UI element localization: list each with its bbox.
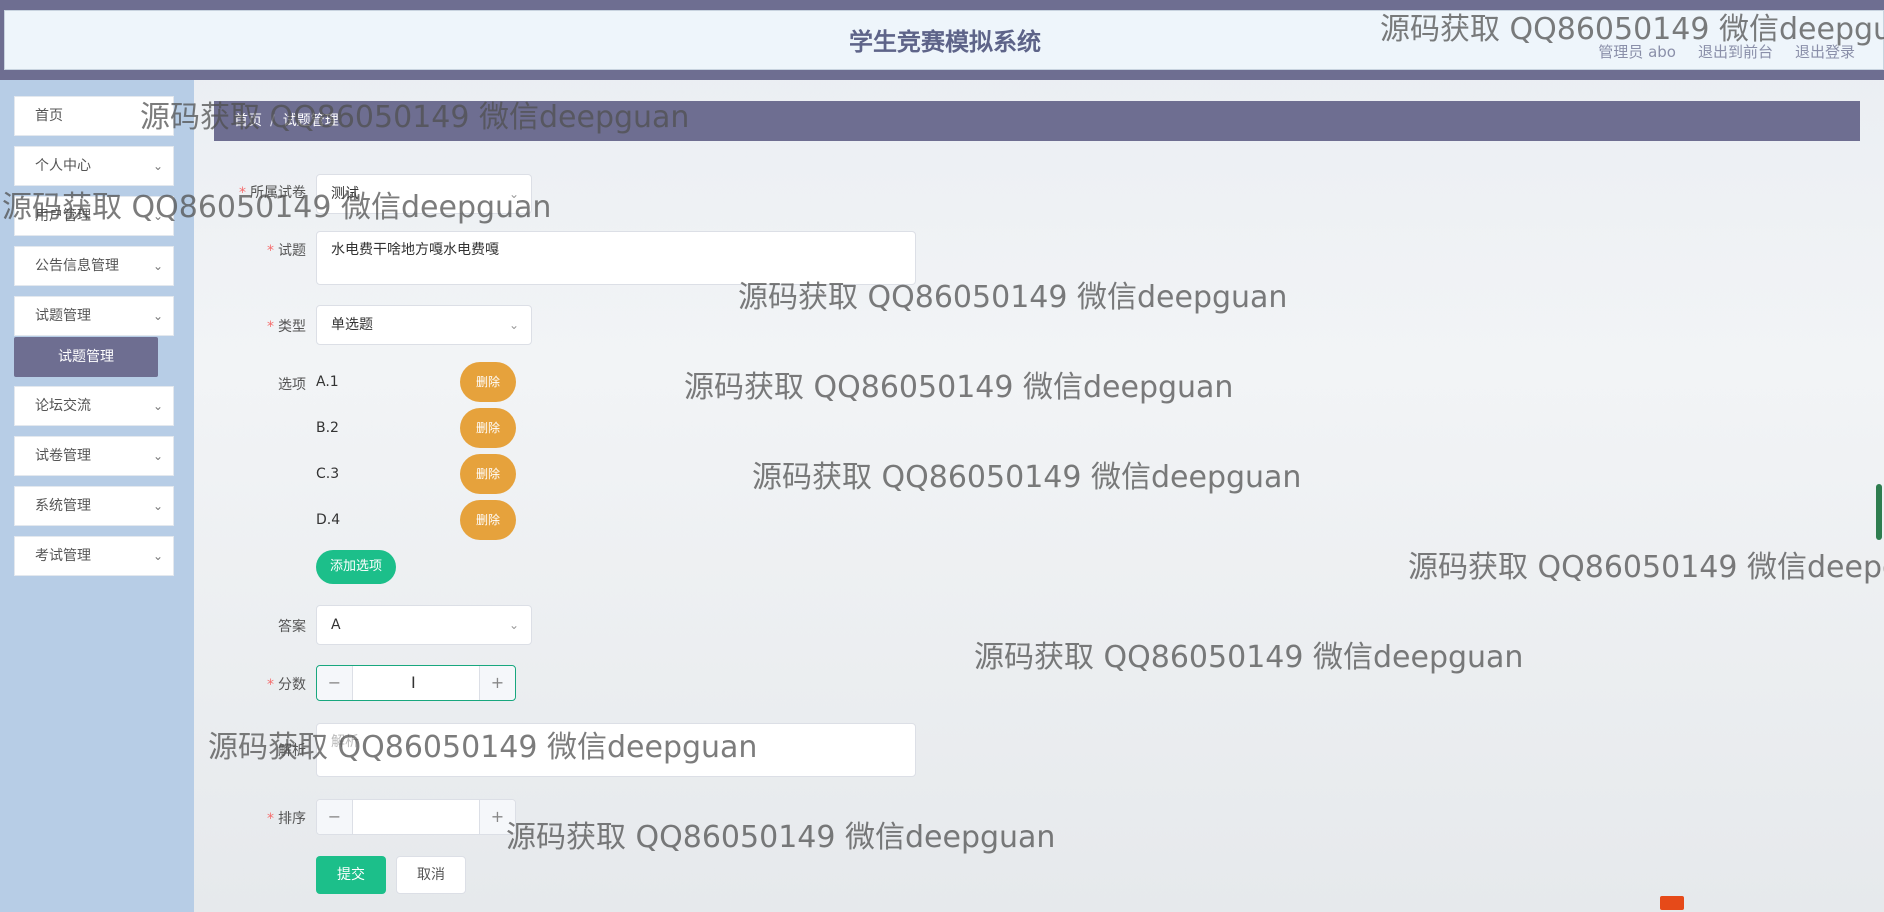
watermark-text: 源码获取 QQ86050149 微信deepguan	[684, 370, 1234, 405]
option-d-text: D.4	[316, 512, 341, 528]
question-textarea[interactable]: 水电费干啥地方嘎水电费嘎	[316, 231, 916, 285]
sidebar-item-forum[interactable]: 论坛交流 ⌄	[14, 386, 174, 426]
breadcrumb: 首页 / 试题管理	[214, 101, 1860, 141]
sidebar-item-user-management[interactable]: 用户管理 ⌄	[14, 196, 174, 236]
score-label-text: 分数	[278, 677, 306, 693]
sidebar-item-personal-center[interactable]: 个人中心 ⌄	[14, 146, 174, 186]
system-tray	[1660, 894, 1684, 912]
cancel-button[interactable]: 取消	[396, 856, 466, 894]
analysis-textarea[interactable]: 解析	[316, 723, 916, 777]
watermark-text: 源码获取 QQ86050149 微信deepguan	[974, 640, 1524, 675]
score-input[interactable]	[353, 666, 479, 700]
required-mark: *	[267, 319, 274, 335]
paper-select-value: 测试	[331, 186, 359, 202]
type-select-value: 单选题	[331, 317, 373, 333]
text-cursor-icon: I	[411, 673, 416, 692]
sort-label: * 排序	[196, 808, 306, 828]
breadcrumb-separator: /	[270, 113, 275, 129]
delete-option-b-button[interactable]: 删除	[460, 408, 516, 448]
sidebar-item-home[interactable]: 首页	[14, 96, 174, 136]
option-b-text: B.2	[316, 420, 339, 436]
sidebar-item-label: 论坛交流	[35, 398, 91, 414]
sort-decrement-button[interactable]: −	[317, 800, 353, 834]
question-label-text: 试题	[278, 243, 306, 259]
paper-label-text: 所属试卷	[250, 185, 306, 201]
option-a-text: A.1	[316, 374, 339, 390]
sort-stepper[interactable]: − +	[316, 799, 516, 835]
sidebar-item-label: 公告信息管理	[35, 258, 119, 274]
score-label: * 分数	[196, 674, 306, 694]
sidebar-item-label: 个人中心	[35, 158, 91, 174]
sidebar-item-label: 考试管理	[35, 548, 91, 564]
sort-input[interactable]	[353, 800, 479, 834]
type-select[interactable]: 单选题 ⌄	[316, 305, 532, 345]
chevron-down-icon: ⌄	[508, 318, 519, 332]
paper-label: * 所属试卷	[196, 182, 306, 202]
chevron-down-icon: ⌄	[152, 399, 163, 413]
chevron-down-icon: ⌄	[152, 449, 163, 463]
breadcrumb-home[interactable]: 首页	[234, 113, 262, 129]
analysis-label: 解析	[278, 743, 306, 759]
logout-link[interactable]: 退出登录	[1795, 41, 1855, 62]
score-stepper[interactable]: − I +	[316, 665, 516, 701]
top-header-bar: 学生竞赛模拟系统 管理员 abo 退出到前台 退出登录	[0, 0, 1884, 80]
delete-option-a-button[interactable]: 删除	[460, 362, 516, 402]
sidebar-item-paper-management[interactable]: 试卷管理 ⌄	[14, 436, 174, 476]
sidebar-item-label: 试题管理	[35, 308, 91, 324]
submit-button[interactable]: 提交	[316, 856, 386, 894]
chevron-down-icon: ⌄	[152, 259, 163, 273]
sidebar-item-question-management[interactable]: 试题管理 ⌄	[14, 296, 174, 336]
delete-option-d-button[interactable]: 删除	[460, 500, 516, 540]
sidebar-item-announcements[interactable]: 公告信息管理 ⌄	[14, 246, 174, 286]
answer-select[interactable]: A ⌄	[316, 605, 532, 645]
chevron-down-icon: ⌄	[152, 499, 163, 513]
chevron-down-icon: ⌄	[152, 549, 163, 563]
watermark-text: 源码获取 QQ86050149 微信deepguan	[1408, 550, 1884, 585]
breadcrumb-current: 试题管理	[282, 113, 339, 129]
chevron-down-icon: ⌄	[508, 187, 519, 201]
sidebar-item-label: 用户管理	[35, 208, 91, 224]
sidebar-item-exam-management[interactable]: 考试管理 ⌄	[14, 536, 174, 576]
score-increment-button[interactable]: +	[479, 666, 515, 700]
sidebar-item-label: 系统管理	[35, 498, 91, 514]
required-mark: *	[267, 677, 274, 693]
add-option-button[interactable]: 添加选项	[316, 550, 396, 584]
sidebar-subitem-question-management[interactable]: 试题管理	[14, 337, 158, 377]
delete-option-c-button[interactable]: 删除	[460, 454, 516, 494]
scrollbar-thumb[interactable]	[1876, 484, 1882, 540]
type-label-text: 类型	[278, 319, 306, 335]
header-links: 管理员 abo 退出到前台 退出登录	[1598, 41, 1855, 62]
chevron-down-icon: ⌄	[152, 159, 163, 173]
required-mark: *	[267, 811, 274, 827]
required-mark: *	[267, 243, 274, 259]
option-c-text: C.3	[316, 466, 340, 482]
paper-select[interactable]: 测试 ⌄	[316, 174, 532, 214]
answer-select-value: A	[331, 617, 341, 633]
sidebar-item-label: 试卷管理	[35, 448, 91, 464]
sidebar: 首页 个人中心 ⌄ 用户管理 ⌄ 公告信息管理 ⌄ 试题管理 ⌄ 试题管理 论坛…	[0, 80, 194, 912]
score-decrement-button[interactable]: −	[317, 666, 353, 700]
sidebar-item-system-management[interactable]: 系统管理 ⌄	[14, 486, 174, 526]
tray-app-icon	[1660, 896, 1684, 910]
chevron-down-icon: ⌄	[152, 309, 163, 323]
question-label: * 试题	[196, 240, 306, 260]
admin-user-label: 管理员 abo	[1598, 43, 1676, 61]
sort-increment-button[interactable]: +	[479, 800, 515, 834]
watermark-text: 源码获取 QQ86050149 微信deepguan	[752, 460, 1302, 495]
watermark-text: 源码获取 QQ86050149 微信deepguan	[506, 820, 1056, 855]
answer-label: 答案	[278, 619, 306, 635]
required-mark: *	[239, 185, 246, 201]
chevron-down-icon: ⌄	[508, 618, 519, 632]
options-label: 选项	[278, 377, 306, 393]
sort-label-text: 排序	[278, 811, 306, 827]
type-label: * 类型	[196, 316, 306, 336]
header-panel: 学生竞赛模拟系统 管理员 abo 退出到前台 退出登录	[4, 10, 1884, 70]
exit-to-front-link[interactable]: 退出到前台	[1698, 41, 1773, 62]
chevron-down-icon: ⌄	[152, 209, 163, 223]
sidebar-item-label: 首页	[35, 108, 63, 124]
